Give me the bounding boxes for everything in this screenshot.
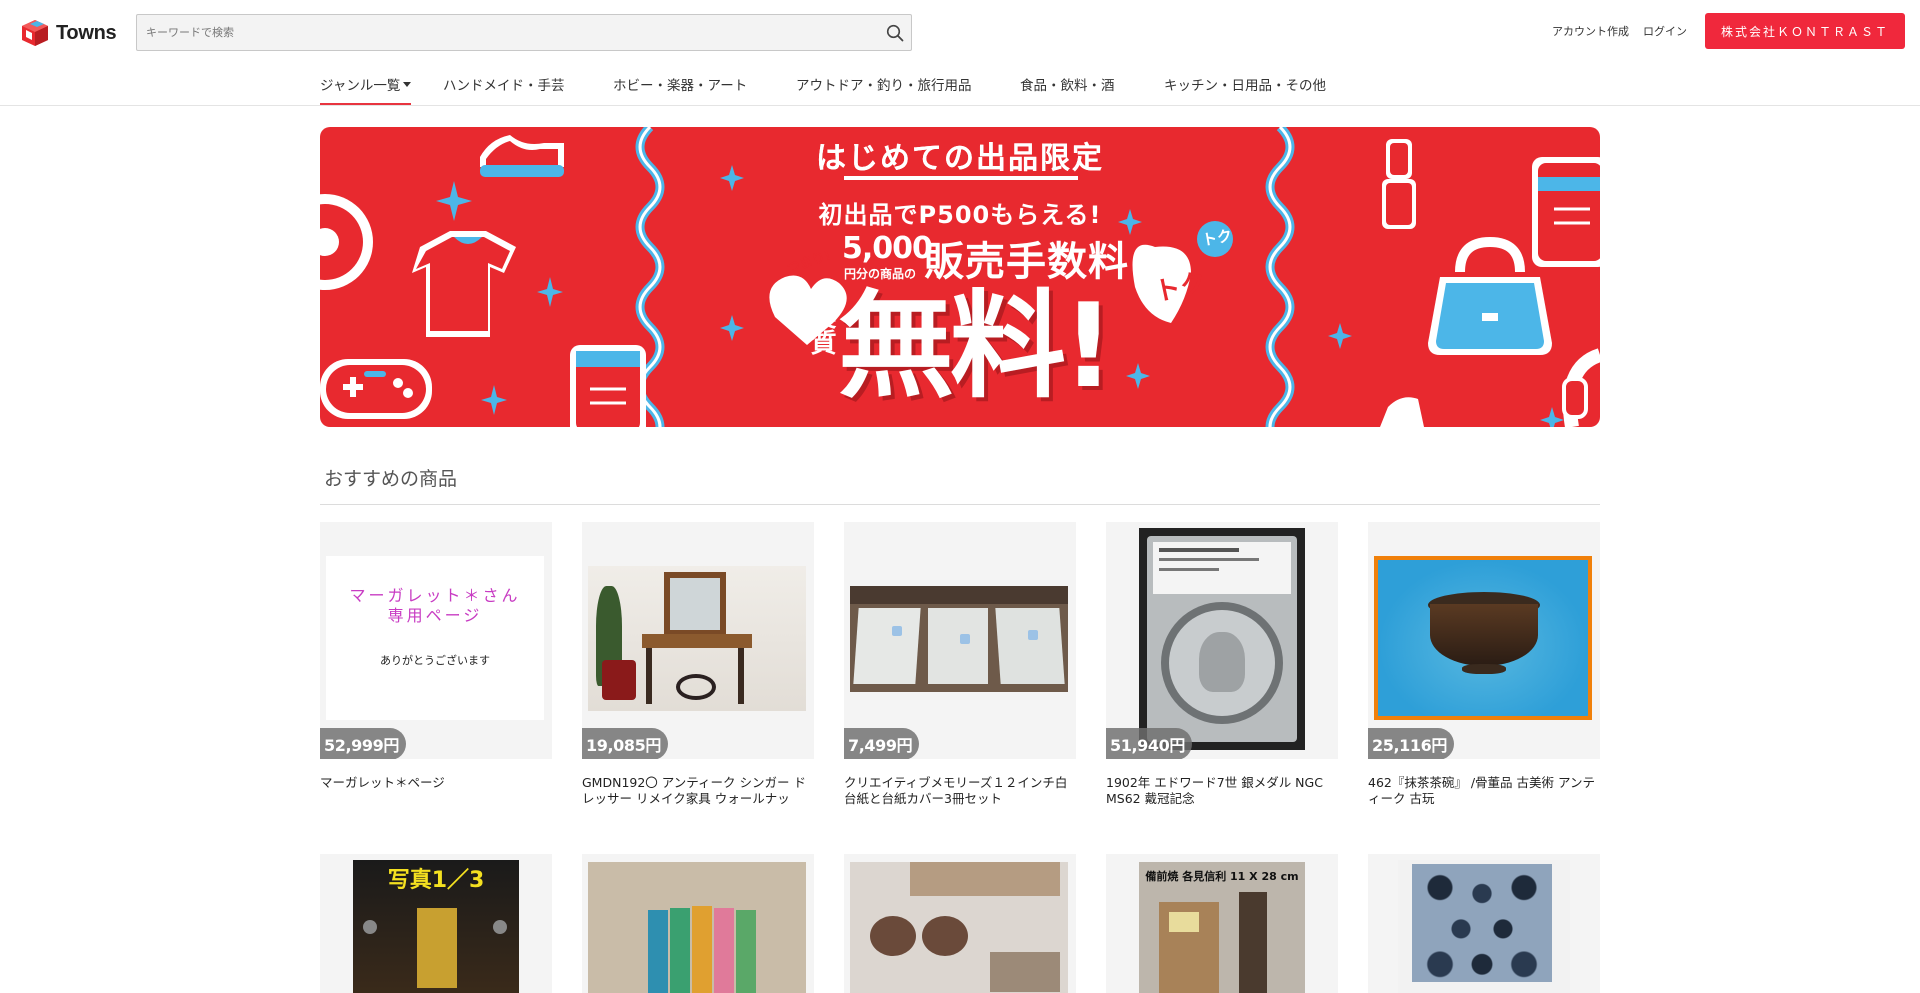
category-kitchen[interactable]: キッチン・日用品・その他 bbox=[1164, 74, 1326, 94]
product-thumbnail: 51,940円 bbox=[1106, 522, 1338, 759]
login-link[interactable]: ログイン bbox=[1643, 23, 1687, 39]
product-card[interactable]: 写真1／3 bbox=[320, 854, 552, 993]
search-button[interactable] bbox=[879, 15, 911, 50]
thumb-overlay-text: 写真1／3 bbox=[387, 868, 485, 893]
section-divider bbox=[320, 504, 1600, 505]
category-outdoor[interactable]: アウトドア・釣り・旅行用品 bbox=[796, 74, 972, 94]
price-tag: 25,116円 bbox=[1368, 728, 1454, 759]
category-hobby[interactable]: ホビー・楽器・アート bbox=[613, 74, 747, 94]
price-tag: 19,085円 bbox=[582, 728, 668, 759]
banner-headline: はじめての出品限定 bbox=[816, 141, 1104, 176]
search-input[interactable] bbox=[137, 15, 879, 50]
product-card[interactable]: 19,085円 GMDN192〇 アンティーク シンガー ドレッサー リメイク家… bbox=[582, 522, 814, 807]
product-name[interactable]: GMDN192〇 アンティーク シンガー ドレッサー リメイク家具 ウォールナッ bbox=[582, 775, 814, 807]
product-image bbox=[850, 586, 1068, 692]
product-thumbnail: 7,499円 bbox=[844, 522, 1076, 759]
product-card[interactable]: 備前焼 各見信利 11 X 28 cm bbox=[1106, 854, 1338, 993]
product-thumbnail: 備前焼 各見信利 11 X 28 cm bbox=[1106, 854, 1338, 993]
product-card[interactable] bbox=[1368, 854, 1600, 993]
product-card[interactable]: マーガレット＊さん 専用ページ ありがとうございます 52,999円 マーガレッ… bbox=[320, 522, 552, 807]
product-name[interactable]: マーガレット＊ページ bbox=[320, 775, 552, 807]
logo[interactable]: Towns bbox=[20, 18, 117, 48]
search-icon bbox=[886, 24, 904, 41]
product-name[interactable]: クリエイティブメモリーズ１２インチ白台紙と台紙カバー3冊セット bbox=[844, 775, 1076, 807]
thumb-sub: ありがとうございます bbox=[380, 654, 490, 667]
thumb-title-2: 専用ページ bbox=[387, 606, 483, 625]
notebook-icon bbox=[570, 345, 646, 427]
caret-down-icon bbox=[403, 82, 412, 87]
price-tag: 52,999円 bbox=[320, 728, 406, 759]
product-name[interactable]: 462『抹茶茶碗』 /骨董品 古美術 アンティーク 古玩 bbox=[1368, 775, 1600, 807]
header: Towns アカウント作成 ログイン 株式会社ＫＯＮＴＲＡＳＴ bbox=[0, 0, 1920, 64]
thumb-overlay-text: 備前焼 各見信利 11 X 28 cm bbox=[1145, 870, 1299, 883]
product-name[interactable]: 1902年 エドワード7世 銀メダル NGC MS62 戴冠記念 bbox=[1106, 775, 1338, 807]
product-image bbox=[588, 566, 806, 711]
shop-button[interactable]: 株式会社ＫＯＮＴＲＡＳＴ bbox=[1704, 13, 1905, 49]
banner-jisshitsu: 実質 bbox=[806, 303, 836, 355]
product-image: 備前焼 各見信利 11 X 28 cm bbox=[1139, 862, 1305, 993]
product-thumbnail bbox=[582, 854, 814, 993]
product-card[interactable] bbox=[844, 854, 1076, 993]
category-label: ジャンル一覧 bbox=[320, 78, 401, 94]
product-thumbnail: 19,085円 bbox=[582, 522, 814, 759]
product-thumbnail: 写真1／3 bbox=[320, 854, 552, 993]
product-thumbnail: 25,116円 bbox=[1368, 522, 1600, 759]
signup-link[interactable]: アカウント作成 bbox=[1552, 23, 1629, 39]
product-thumbnail bbox=[844, 854, 1076, 993]
banner-free: 無料! bbox=[838, 279, 1115, 414]
banner-amount: 5,000 bbox=[842, 231, 933, 266]
headline-underline bbox=[844, 176, 1078, 180]
product-image bbox=[588, 862, 806, 993]
category-food[interactable]: 食品・飲料・酒 bbox=[1020, 74, 1115, 94]
towns-logo-icon bbox=[22, 20, 48, 46]
product-thumbnail: マーガレット＊さん 専用ページ ありがとうございます 52,999円 bbox=[320, 522, 552, 759]
product-image bbox=[1374, 556, 1592, 720]
product-card[interactable]: 25,116円 462『抹茶茶碗』 /骨董品 古美術 アンティーク 古玩 bbox=[1368, 522, 1600, 807]
price-tag: 7,499円 bbox=[844, 728, 920, 759]
product-card[interactable] bbox=[582, 854, 814, 993]
search-bar bbox=[136, 14, 912, 51]
banner-jisshitsu-text: 実質 bbox=[806, 303, 836, 355]
product-card[interactable]: 7,499円 クリエイティブメモリーズ１２インチ白台紙と台紙カバー3冊セット bbox=[844, 522, 1076, 807]
logo-text: Towns bbox=[56, 21, 117, 44]
promo-banner[interactable]: はじめての出品限定 初出品でP500もらえる! つまり! 5,000 円分の商品… bbox=[320, 127, 1600, 427]
product-image bbox=[1398, 860, 1570, 993]
product-image: 写真1／3 bbox=[353, 860, 519, 993]
product-thumbnail bbox=[1368, 854, 1600, 993]
gamepad-icon bbox=[320, 359, 432, 419]
header-links: アカウント作成 ログイン 株式会社ＫＯＮＴＲＡＳＴ bbox=[1552, 13, 1905, 49]
price-tag: 51,940円 bbox=[1106, 728, 1192, 759]
category-nav: ジャンル一覧 ハンドメイド・手芸 ホビー・楽器・アート アウトドア・釣り・旅行用… bbox=[0, 64, 1920, 106]
product-image bbox=[850, 862, 1068, 993]
product-card[interactable]: 51,940円 1902年 エドワード7世 銀メダル NGC MS62 戴冠記念 bbox=[1106, 522, 1338, 807]
section-title: おすすめの商品 bbox=[324, 468, 458, 490]
category-handmade[interactable]: ハンドメイド・手芸 bbox=[443, 74, 565, 94]
banner-line1: 初出品でP500もらえる! bbox=[818, 201, 1102, 229]
category-genre-list[interactable]: ジャンル一覧 bbox=[320, 74, 412, 105]
product-image: マーガレット＊さん 専用ページ ありがとうございます bbox=[326, 556, 544, 720]
product-image bbox=[1139, 528, 1305, 750]
